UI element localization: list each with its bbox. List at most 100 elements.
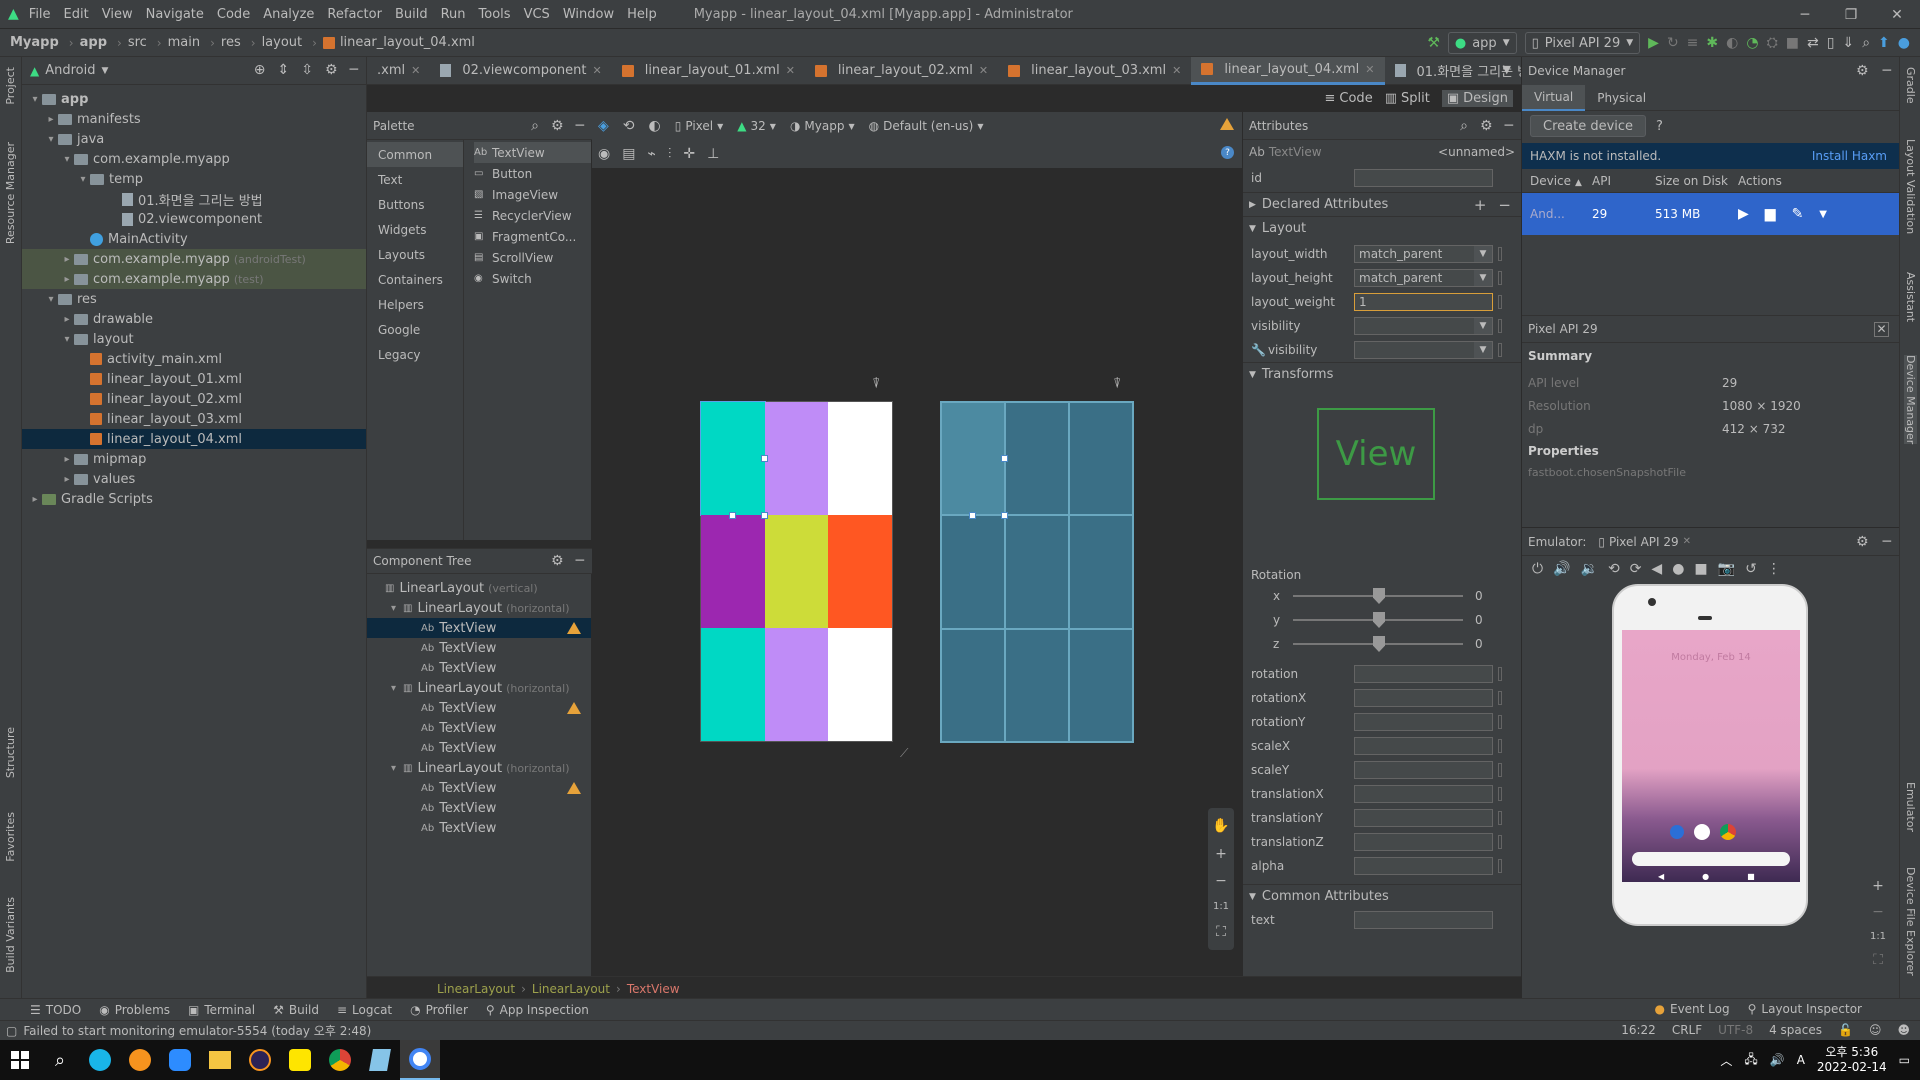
taskbar-brave-icon[interactable] — [120, 1040, 160, 1080]
project-tree-item[interactable]: ▾ java — [22, 129, 366, 149]
stop-icon[interactable]: ■ — [1786, 35, 1799, 51]
preview-textview-cell[interactable] — [764, 402, 829, 515]
play-store-icon[interactable] — [1694, 824, 1710, 840]
palette-category-helpers[interactable]: Helpers — [367, 292, 463, 317]
close-tab-icon[interactable]: ✕ — [1365, 63, 1374, 76]
close-tab-icon[interactable]: ✕ — [411, 64, 420, 77]
menu-refactor[interactable]: Refactor — [327, 7, 382, 22]
structure-tool-button[interactable]: Structure — [4, 727, 17, 778]
taskbar-chrome-icon[interactable] — [320, 1040, 360, 1080]
apply-code-changes-icon[interactable]: ≡ — [1687, 35, 1699, 51]
close-tab-icon[interactable]: ✕ — [1172, 64, 1181, 77]
snapshot-icon[interactable]: ↺ — [1745, 561, 1757, 577]
project-tree-item[interactable]: ▸ com.example.myapp (test) — [22, 269, 366, 289]
zoom-in-icon[interactable]: + — [1215, 846, 1227, 862]
breadcrumb-item[interactable]: app — [80, 35, 107, 50]
settings-gear-icon[interactable]: ⚙ — [1480, 118, 1493, 134]
breadcrumb-item[interactable]: res — [221, 35, 241, 50]
attribute-value-field[interactable]: ▼ — [1354, 317, 1493, 335]
chrome-icon[interactable] — [1720, 824, 1736, 840]
chevron-down-icon[interactable]: ▾ — [76, 174, 90, 185]
taskbar-search-icon[interactable]: ⌕ — [40, 1040, 80, 1080]
rotation-slider[interactable] — [1293, 636, 1463, 652]
tool-window-logcat[interactable]: ≡ Logcat — [337, 1003, 392, 1017]
preview-textview-cell[interactable] — [764, 515, 829, 628]
run-config-select[interactable]: ● app ▼ — [1447, 32, 1517, 54]
close-tab-icon[interactable]: ✕ — [592, 64, 601, 77]
blueprint-cell[interactable] — [1005, 628, 1069, 742]
palette-item-recyclerview[interactable]: ☰ RecyclerView — [474, 205, 591, 226]
resource-picker[interactable] — [1498, 343, 1502, 357]
component-tree-item[interactable]: Ab TextView — [367, 658, 591, 678]
create-device-button[interactable]: Create device — [1530, 115, 1647, 137]
more-chevron-icon[interactable]: ▼ — [1819, 209, 1827, 220]
menu-build[interactable]: Build — [395, 7, 428, 22]
emulator-tab[interactable]: ▯ Pixel API 29 ✕ — [1598, 535, 1691, 549]
make-project-icon[interactable]: ⚒ — [1427, 35, 1440, 51]
common-attributes-section[interactable]: ▼ Common Attributes — [1243, 884, 1521, 908]
settings-gear-icon[interactable]: ⚙ — [1856, 63, 1869, 79]
palette-category-google[interactable]: Google — [367, 317, 463, 342]
resize-handle[interactable] — [729, 512, 736, 519]
phone-screen[interactable]: Monday, Feb 14 ◀ ● ■ — [1622, 630, 1800, 882]
zoom-fit-icon[interactable]: ⛶ — [1873, 952, 1883, 968]
profile-icon[interactable]: ◔ — [1746, 35, 1758, 51]
component-tree-item[interactable]: Ab TextView — [367, 618, 591, 638]
overview-icon[interactable]: ■ — [1694, 561, 1707, 577]
account-icon[interactable]: ● — [1898, 35, 1910, 51]
menu-code[interactable]: Code — [217, 7, 250, 22]
gradle-tool-button[interactable]: Gradle — [1904, 67, 1917, 104]
preview-textview-cell[interactable] — [764, 628, 829, 741]
resize-handle[interactable] — [1001, 455, 1008, 462]
locate-file-icon[interactable]: ⊕ — [254, 62, 266, 78]
editor-tab[interactable]: .xml ✕ — [367, 57, 430, 85]
zoom-1-1-label[interactable]: 1:1 — [1870, 931, 1886, 942]
component-tree-item[interactable]: Ab TextView — [367, 638, 591, 658]
project-tree-item[interactable]: ▸ mipmap — [22, 449, 366, 469]
transforms-section[interactable]: ▼ Transforms — [1243, 362, 1521, 386]
attribute-value-field[interactable]: ▼ — [1354, 341, 1493, 359]
dropdown-arrow-icon[interactable]: ▼ — [1474, 342, 1492, 358]
taskbar-eclipse-icon[interactable] — [240, 1040, 280, 1080]
tool-window-problems[interactable]: ◉ Problems — [99, 1003, 170, 1017]
debug-icon[interactable]: ✱ — [1706, 35, 1718, 51]
warning-icon[interactable] — [567, 782, 581, 794]
project-tree-item[interactable]: MainActivity — [22, 229, 366, 249]
project-tree-item[interactable]: ▸ com.example.myapp (androidTest) — [22, 249, 366, 269]
settings-gear-icon[interactable]: ⚙ — [1856, 534, 1869, 550]
attribute-value-field[interactable]: match_parent ▼ — [1354, 269, 1493, 287]
palette-item-fragmentco[interactable]: ▣ FragmentCo... — [474, 226, 591, 247]
attribute-value-field[interactable] — [1354, 665, 1493, 683]
attribute-value-field[interactable] — [1354, 737, 1493, 755]
chevron-right-icon[interactable]: ▸ — [60, 454, 74, 465]
attribute-value-field[interactable] — [1354, 857, 1493, 875]
expand-all-icon[interactable]: ⇕ — [278, 62, 290, 78]
blueprint-cell[interactable] — [941, 402, 1005, 516]
editor-tab[interactable]: linear_layout_03.xml ✕ — [998, 57, 1191, 85]
breadcrumb-item[interactable]: layout — [262, 35, 303, 50]
zoom-in-icon[interactable]: + — [1872, 878, 1884, 894]
blueprint-cell[interactable] — [941, 515, 1005, 629]
chevron-right-icon[interactable]: ▸ — [60, 314, 74, 325]
assistant-tool-button[interactable]: Assistant — [1904, 272, 1917, 322]
palette-category-widgets[interactable]: Widgets — [367, 217, 463, 242]
menu-edit[interactable]: Edit — [64, 7, 89, 22]
volume-up-icon[interactable]: 🔊 — [1553, 561, 1570, 577]
dropdown-arrow-icon[interactable]: ▼ — [1474, 270, 1492, 286]
attribute-value-field[interactable] — [1354, 833, 1493, 851]
menu-help[interactable]: Help — [627, 7, 657, 22]
help-icon[interactable]: ? — [1221, 146, 1234, 159]
tool-window-event-log[interactable]: ● Event Log — [1655, 1002, 1730, 1016]
blueprint-cell[interactable] — [941, 628, 1005, 742]
device-manager-tool-button[interactable]: Device Manager — [1904, 355, 1917, 445]
device-file-explorer-tool-button[interactable]: Device File Explorer — [1904, 867, 1917, 976]
project-tree-item[interactable]: linear_layout_04.xml — [22, 429, 366, 449]
rotation-slider[interactable] — [1293, 612, 1463, 628]
remove-attribute-icon[interactable]: − — [1498, 196, 1511, 214]
attribute-value-field[interactable]: match_parent ▼ — [1354, 245, 1493, 263]
editor-tab[interactable]: 02.viewcomponent ✕ — [430, 57, 611, 85]
column-header-size-on-disk[interactable]: Size on Disk — [1655, 174, 1738, 188]
build-variants-tool-button[interactable]: Build Variants — [4, 897, 17, 973]
hide-panel-icon[interactable]: ─ — [1883, 63, 1891, 79]
tool-window-app-inspection[interactable]: ⚲ App Inspection — [486, 1003, 589, 1017]
